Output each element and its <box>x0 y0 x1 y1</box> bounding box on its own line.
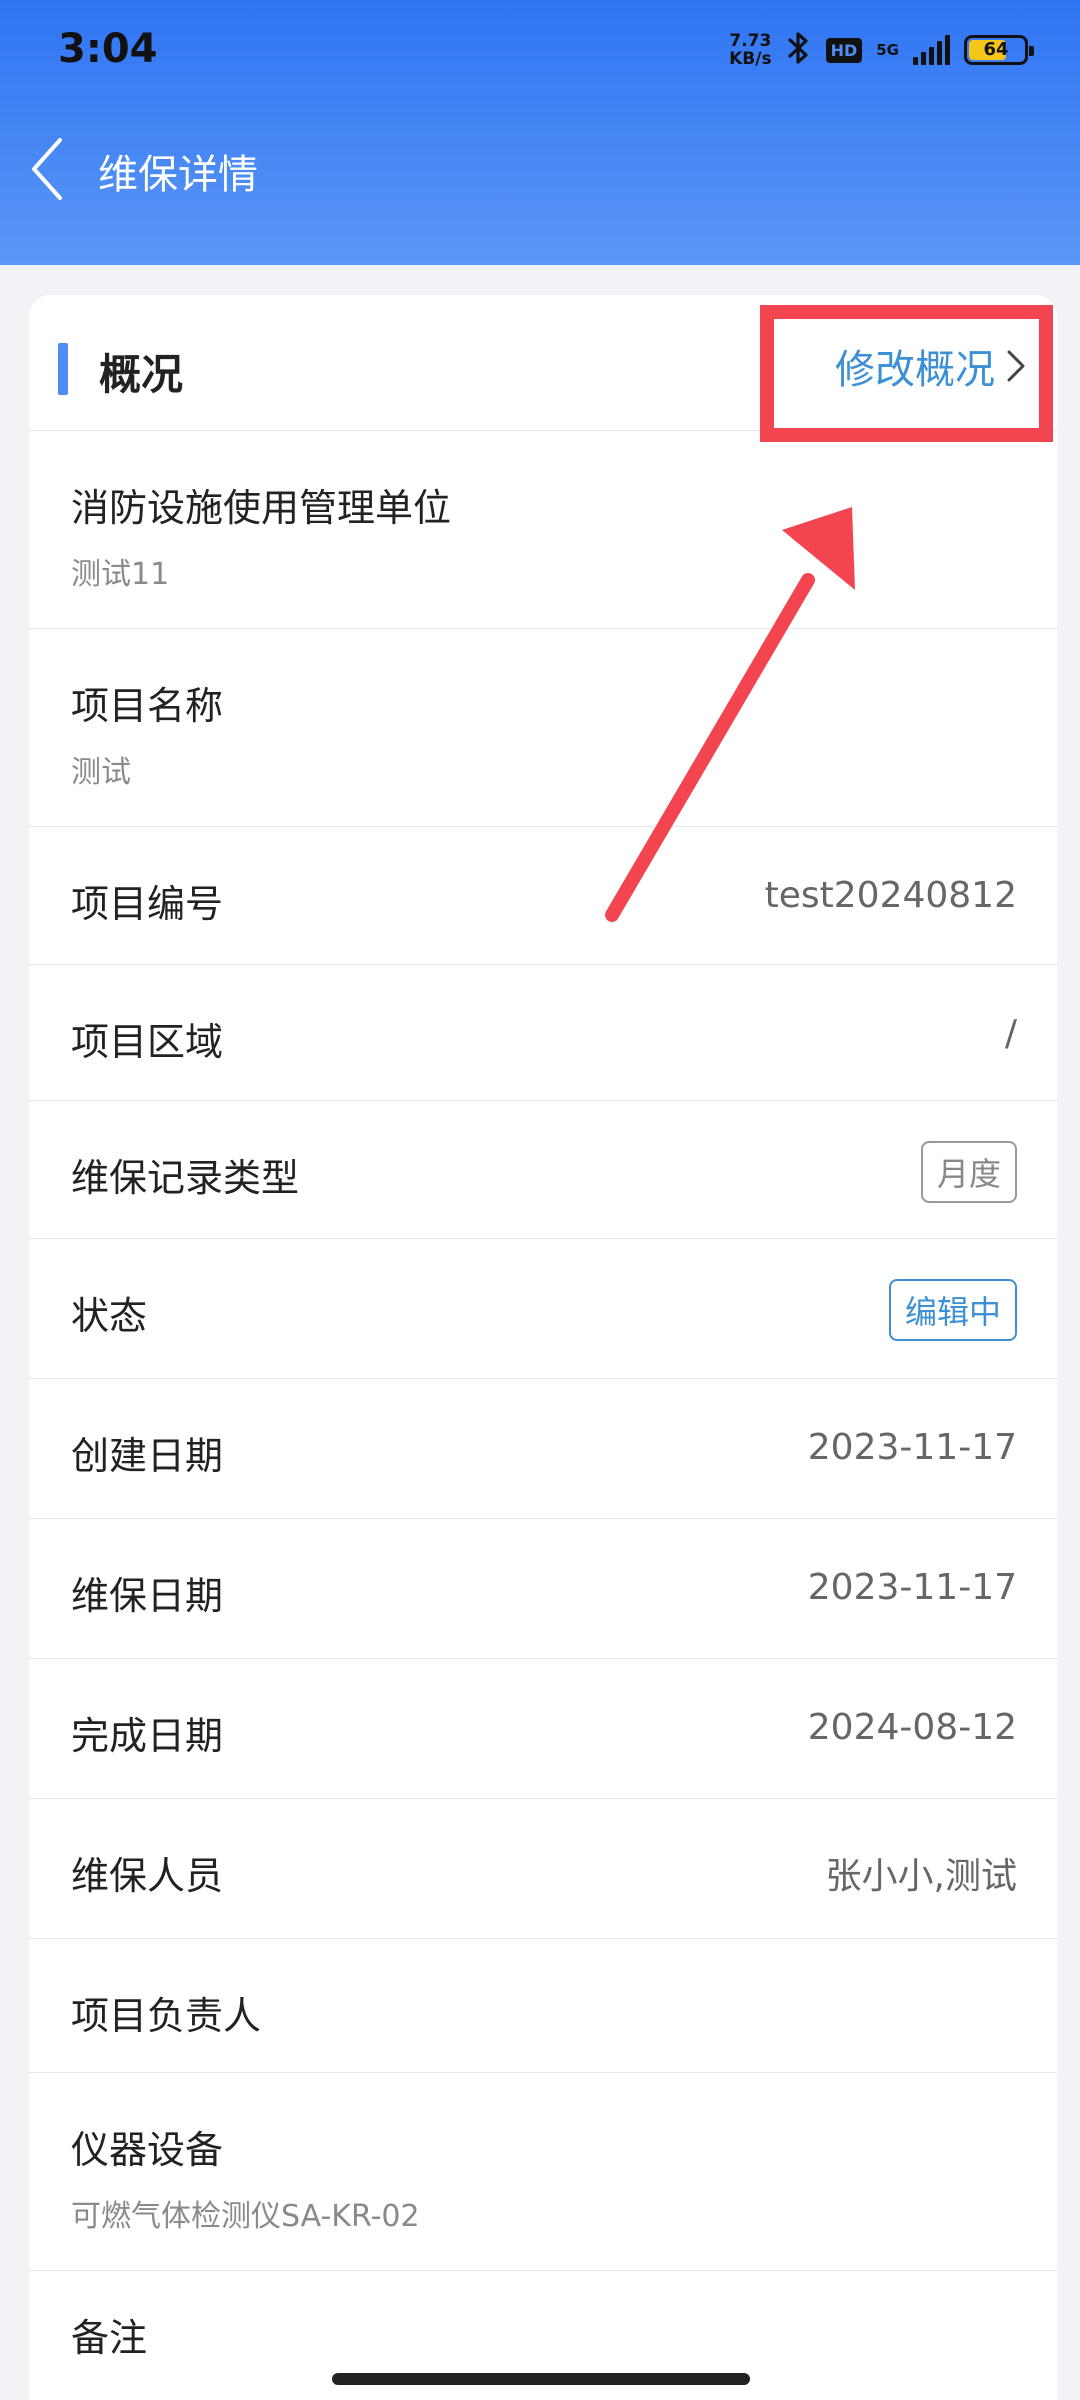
network-speed-value: 7.73 <box>729 31 772 51</box>
row-equipment: 仪器设备 可燃气体检测仪SA-KR-02 <box>29 2073 1057 2271</box>
page-title: 维保详情 <box>98 152 258 198</box>
edit-overview-label: 修改概况 <box>835 347 995 393</box>
section-accent-bar <box>58 343 68 395</box>
row-value: 2023-11-17 <box>807 1427 1017 1468</box>
row-project-number: 项目编号 test20240812 <box>29 827 1057 965</box>
network-speed-unit: KB/s <box>729 49 772 69</box>
status-icons: 7.73 KB/s HD 5G 64 <box>729 30 1034 70</box>
hd-badge: HD <box>825 37 863 63</box>
row-value: 可燃气体检测仪SA-KR-02 <box>71 2199 420 2234</box>
row-label: 维保日期 <box>71 1574 224 1618</box>
row-record-type: 维保记录类型 月度 <box>29 1101 1057 1239</box>
row-finish-date: 完成日期 2024-08-12 <box>29 1659 1057 1799</box>
row-value: 测试 <box>71 755 131 790</box>
edit-overview-button[interactable]: 修改概况 <box>835 337 1027 395</box>
row-label: 项目负责人 <box>71 1994 262 2038</box>
row-value: test20240812 <box>764 875 1017 916</box>
row-project-name: 项目名称 测试 <box>29 629 1057 827</box>
chevron-left-icon <box>32 138 62 200</box>
row-value: 2023-11-17 <box>807 1567 1017 1608</box>
section-header: 概况 修改概况 <box>29 295 1057 431</box>
battery-icon: 64 <box>964 35 1034 65</box>
row-label: 备注 <box>71 2316 148 2360</box>
record-type-tag: 月度 <box>920 1141 1017 1203</box>
network-type: 5G <box>876 40 899 59</box>
battery-level: 64 <box>983 39 1009 60</box>
row-label: 完成日期 <box>71 1714 224 1758</box>
row-staff: 维保人员 张小小,测试 <box>29 1799 1057 1939</box>
row-status: 状态 编辑中 <box>29 1239 1057 1379</box>
status-badge: 编辑中 <box>888 1279 1017 1341</box>
row-value: 2024-08-12 <box>807 1707 1017 1748</box>
status-time: 3:04 <box>58 26 158 72</box>
row-label: 创建日期 <box>71 1434 224 1478</box>
row-label: 维保记录类型 <box>71 1156 300 1200</box>
row-label: 状态 <box>71 1294 148 1338</box>
nav-bar: 维保详情 <box>0 130 1080 210</box>
row-create-date: 创建日期 2023-11-17 <box>29 1379 1057 1519</box>
row-label: 仪器设备 <box>71 2128 224 2172</box>
row-label: 项目区域 <box>71 1020 224 1064</box>
row-value: / <box>1004 1013 1017 1054</box>
status-bar: 3:04 7.73 KB/s HD 5G 64 <box>0 0 1080 100</box>
row-label: 项目编号 <box>71 882 224 926</box>
section-title: 概况 <box>99 350 184 399</box>
row-label: 项目名称 <box>71 684 224 728</box>
back-button[interactable] <box>18 134 88 204</box>
chevron-right-icon <box>1007 350 1025 382</box>
row-value: 测试11 <box>71 557 170 592</box>
row-label: 维保人员 <box>71 1854 224 1898</box>
network-speed: 7.73 KB/s <box>729 32 771 68</box>
row-management-unit: 消防设施使用管理单位 测试11 <box>29 431 1057 629</box>
bluetooth-icon <box>786 30 812 70</box>
signal-icon <box>913 35 950 65</box>
home-indicator <box>332 2373 750 2385</box>
row-project-leader: 项目负责人 <box>29 1939 1057 2073</box>
row-value: 张小小,测试 <box>825 1856 1017 1897</box>
row-maintenance-date: 维保日期 2023-11-17 <box>29 1519 1057 1659</box>
overview-card: 概况 修改概况 消防设施使用管理单位 测试11 项目名称 测试 项目编号 tes… <box>29 295 1057 2400</box>
row-label: 消防设施使用管理单位 <box>71 486 452 530</box>
row-project-area: 项目区域 / <box>29 965 1057 1101</box>
